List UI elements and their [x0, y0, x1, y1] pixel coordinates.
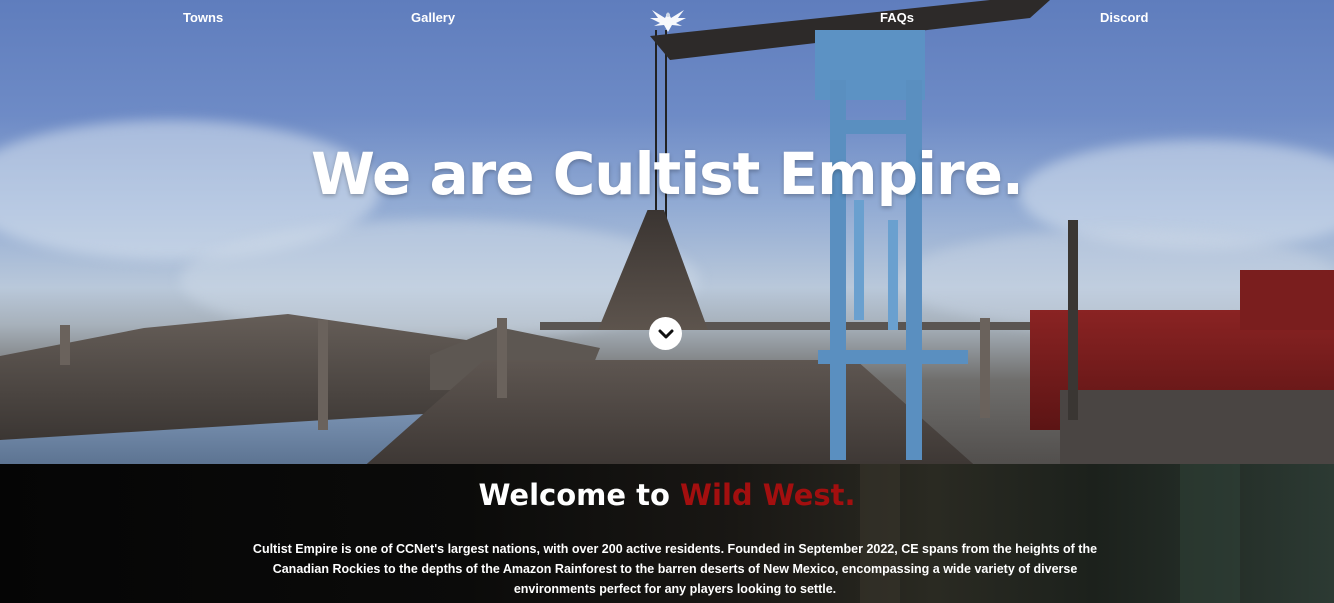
welcome-heading-accent: Wild West.: [680, 478, 856, 512]
welcome-heading: Welcome to Wild West.: [0, 478, 1334, 512]
nav-item-gallery[interactable]: Gallery: [411, 10, 455, 25]
welcome-section: Welcome to Wild West. Cultist Empire is …: [0, 464, 1334, 603]
lamp-post: [60, 325, 70, 365]
winged-emblem-icon[interactable]: [648, 6, 688, 36]
palm-tree-trunk: [1068, 220, 1078, 420]
nav-item-faqs[interactable]: FAQs: [880, 10, 914, 25]
hero-banner: [0, 0, 1334, 464]
nav-item-discord[interactable]: Discord: [1100, 10, 1148, 25]
pier-right: [1060, 390, 1334, 464]
welcome-description: Cultist Empire is one of CCNet's largest…: [252, 542, 1098, 596]
top-nav: Towns Gallery FAQs Discord: [0, 0, 1334, 38]
nav-item-towns[interactable]: Towns: [183, 10, 223, 25]
chevron-down-icon: [658, 329, 673, 338]
scroll-down-button[interactable]: [649, 317, 682, 350]
red-warehouse-roof: [1240, 270, 1334, 330]
lamp-post: [980, 318, 990, 418]
hero-title: We are Cultist Empire.: [311, 140, 1024, 208]
crane-tower: [818, 20, 968, 460]
welcome-heading-prefix: Welcome to: [478, 478, 681, 512]
lamp-post: [318, 320, 328, 430]
lamp-post: [497, 318, 507, 398]
